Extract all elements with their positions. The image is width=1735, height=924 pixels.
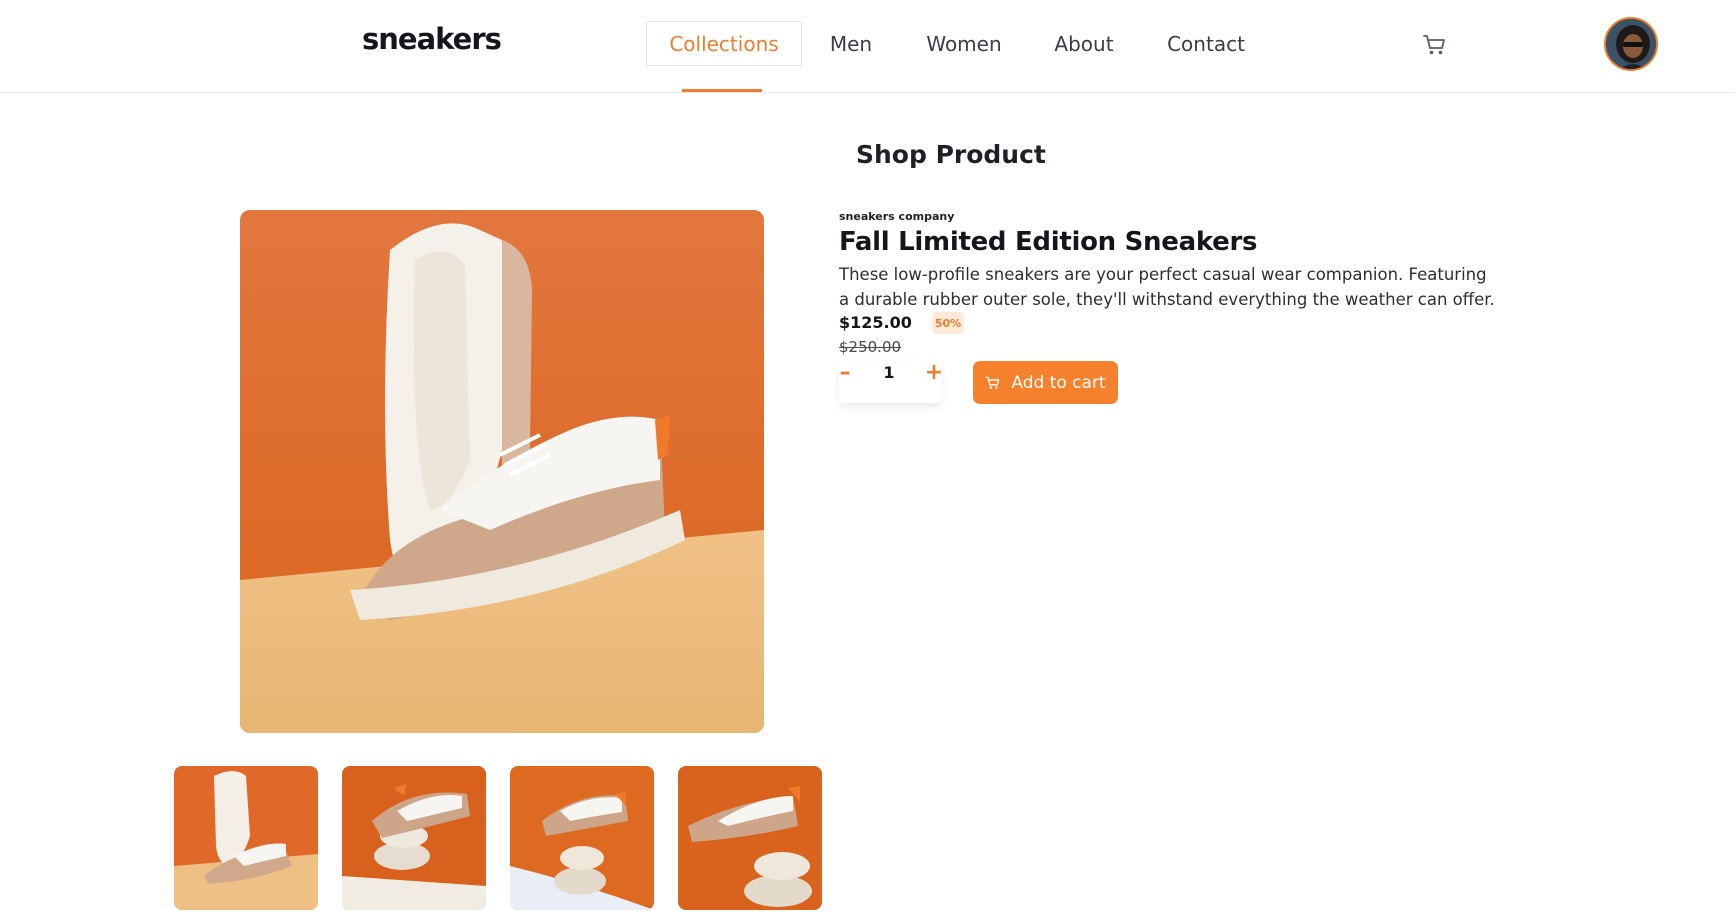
main-product-image[interactable] [240,210,764,733]
nav-men[interactable]: Men [820,21,882,66]
thumbnail-4[interactable] [678,766,822,910]
company-name: sneakers company [839,210,955,223]
nav-contact[interactable]: Contact [1164,21,1248,66]
decrease-quantity-button[interactable]: – [835,361,855,387]
cart-icon[interactable] [1422,33,1448,57]
quantity-value: 1 [883,363,895,382]
nav-about[interactable]: About [1050,21,1118,66]
quantity-stepper: – 1 + [839,361,944,403]
site-header: sneakers Collections Men Women About Con… [0,0,1735,93]
increase-quantity-button[interactable]: + [924,361,944,387]
thumbnail-3[interactable] [510,766,654,910]
thumbnail-1[interactable] [174,766,318,910]
user-avatar[interactable] [1604,17,1658,71]
discount-badge: 50% [932,312,964,334]
product-page: sneakers Collections Men Women About Con… [0,0,1735,924]
nav-active-indicator [682,89,762,92]
site-logo[interactable]: sneakers [362,22,502,56]
thumbnail-2[interactable] [342,766,486,910]
section-title: Shop Product [856,140,1046,169]
original-price: $250.00 [839,338,902,356]
nav-women[interactable]: Women [918,21,1010,66]
product-title: Fall Limited Edition Sneakers [839,227,1258,257]
add-to-cart-label: Add to cart [1011,372,1106,393]
nav-collections[interactable]: Collections [646,21,802,66]
add-to-cart-button[interactable]: Add to cart [973,361,1118,404]
product-description: These low-profile sneakers are your perf… [839,265,1495,309]
cart-icon [985,376,1000,389]
current-price: $125.00 [839,313,912,332]
